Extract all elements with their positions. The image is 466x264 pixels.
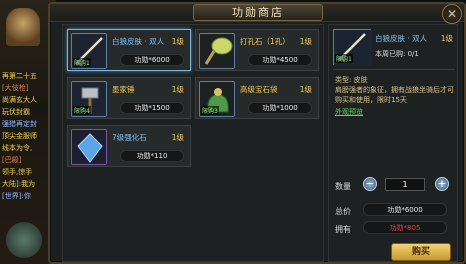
item-type: 类型: 皮肤 bbox=[335, 76, 368, 84]
title-bar: 功勋商店 bbox=[50, 4, 464, 22]
limit-tag: 限购1 bbox=[73, 58, 91, 67]
quantity-increase-button[interactable]: + bbox=[435, 177, 449, 191]
limit-tag: 限购3 bbox=[201, 106, 219, 115]
item-grid: 限购1 白狼皮肤 · 双人 1级 功勋*6000 打孔石（1孔） 1级 功勋*4… bbox=[62, 24, 324, 262]
total-price-label: 总价 bbox=[335, 207, 351, 216]
gem-bag-icon: 限购3 bbox=[199, 81, 235, 117]
item-level: 1级 bbox=[171, 133, 184, 142]
shop-item-mohist-hammer[interactable]: 限购4 墨家锤 1级 功勋*1500 bbox=[67, 77, 191, 119]
detail-item-name: 白狼皮肤 · 双人 bbox=[375, 34, 428, 43]
item-name: 打孔石（1孔） bbox=[240, 37, 290, 46]
item-name: 白狼皮肤 · 双人 bbox=[112, 37, 165, 46]
quantity-decrease-button[interactable]: − bbox=[363, 177, 377, 191]
owned-label: 拥有 bbox=[335, 225, 351, 234]
item-level: 1级 bbox=[171, 37, 184, 46]
item-name: 高级宝石袋 bbox=[240, 85, 278, 94]
item-price: 功勋*1500 bbox=[120, 102, 184, 114]
item-price: 功勋*6000 bbox=[120, 54, 184, 66]
quantity-label: 数量 bbox=[335, 182, 351, 191]
limit-tag: 限购1 bbox=[335, 54, 353, 63]
item-price: 功勋*1000 bbox=[248, 102, 312, 114]
drill-stone-icon bbox=[199, 33, 235, 69]
shop-item-gem-bag[interactable]: 限购3 高级宝石袋 1级 功勋*1000 bbox=[195, 77, 319, 119]
item-level: 1级 bbox=[171, 85, 184, 94]
item-level: 1级 bbox=[299, 37, 312, 46]
item-description: 肩膀强者的象征，拥有战狼坐骑后才可购买和使用，限时15天 bbox=[335, 86, 454, 104]
item-name: 7级强化石 bbox=[112, 133, 147, 142]
item-price: 功勋*4500 bbox=[248, 54, 312, 66]
quantity-field[interactable]: 1 bbox=[385, 178, 425, 191]
merit-shop-window: 功勋商店 ✕ 限购1 白狼皮肤 · 双人 1级 功勋*6000 打孔石（1孔） … bbox=[48, 2, 466, 264]
character-emblem-icon bbox=[6, 8, 40, 46]
divider bbox=[333, 69, 455, 70]
window-title: 功勋商店 bbox=[232, 6, 284, 19]
enhance-stone-icon bbox=[71, 129, 107, 165]
shop-item-enhance-stone[interactable]: 7级强化石 1级 功勋*110 bbox=[67, 125, 191, 167]
item-name: 墨家锤 bbox=[112, 85, 135, 94]
item-price: 功勋*110 bbox=[120, 150, 184, 162]
title-plate: 功勋商店 bbox=[193, 4, 323, 21]
limit-tag: 限购4 bbox=[73, 106, 91, 115]
wolf-skin-icon: 限购1 bbox=[71, 33, 107, 69]
wolf-skin-icon: 限购1 bbox=[333, 29, 372, 66]
item-detail-panel: 限购1 白狼皮肤 · 双人 1级 本周已购: 0/1 类型: 皮肤 肩膀强者的象… bbox=[328, 24, 458, 262]
mohist-hammer-icon: 限购4 bbox=[71, 81, 107, 117]
owned-value: 功勋*805 bbox=[363, 221, 447, 234]
item-level: 1级 bbox=[299, 85, 312, 94]
appearance-preview-link[interactable]: 外观预览 bbox=[335, 107, 363, 117]
lotus-decoration-icon bbox=[6, 222, 42, 258]
shop-item-wolf-skin[interactable]: 限购1 白狼皮肤 · 双人 1级 功勋*6000 bbox=[67, 29, 191, 71]
shop-item-drill-stone[interactable]: 打孔石（1孔） 1级 功勋*4500 bbox=[195, 29, 319, 71]
detail-item-level: 1级 bbox=[440, 34, 453, 43]
close-button[interactable]: ✕ bbox=[442, 4, 462, 24]
weekly-bought-count: 本周已购: 0/1 bbox=[375, 50, 419, 58]
total-price-value: 功勋*6000 bbox=[363, 203, 447, 216]
buy-button[interactable]: 购买 bbox=[391, 243, 451, 261]
